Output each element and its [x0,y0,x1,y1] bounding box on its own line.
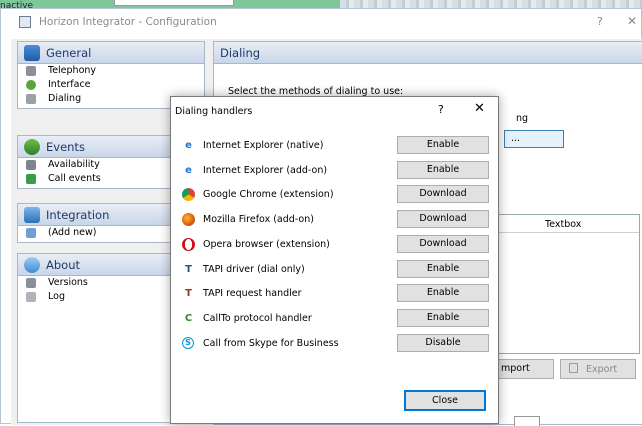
configure-button[interactable]: ... [504,130,564,148]
sidebar-item-label: Availability [48,159,100,170]
sidebar-item-telephony[interactable]: Telephony [18,64,204,78]
general-icon [24,45,40,61]
import-button[interactable]: mport [494,359,554,379]
section-title: About [46,258,81,272]
handler-action-button[interactable]: Enable [397,136,489,154]
availability-icon [26,160,36,170]
export-icon [569,363,578,373]
handler-action-button[interactable]: Disable [397,334,489,352]
callto-icon: C [184,313,193,324]
sidebar-item-interface[interactable]: Interface [18,78,204,92]
export-button[interactable]: Export [560,359,636,379]
section-header-general[interactable]: General [18,42,204,64]
title-bar[interactable]: Horizon Integrator - Configuration ? ✕ [1,9,641,37]
partial-label: ng [516,113,529,124]
handler-action-button[interactable]: Enable [397,309,489,327]
export-label: Export [586,364,618,375]
close-dialog-button[interactable]: Close [404,390,486,411]
handler-label: Call from Skype for Business [203,338,339,349]
handler-action-button[interactable]: Download [397,210,489,228]
window-title: Horizon Integrator - Configuration [39,16,217,28]
sidebar-item-label: Log [48,291,65,302]
handler-label: Internet Explorer (add-on) [203,165,328,176]
handler-label: TAPI request handler [203,288,302,299]
opera-icon [182,238,195,251]
handler-row: Opera browser (extension) Download [171,234,498,254]
handler-action-button[interactable]: Download [397,185,489,203]
versions-icon [26,278,36,288]
section-title: Events [46,140,85,154]
help-button[interactable]: ? [597,15,603,28]
handler-action-button[interactable]: Enable [397,161,489,179]
firefox-icon [182,213,195,226]
panel-title: Dialing [220,46,261,60]
integration-icon [24,207,40,223]
internet-explorer-icon: e [185,140,192,151]
dialog-help-button[interactable]: ? [438,103,444,116]
handler-label: CallTo protocol handler [203,313,312,324]
section-title: General [46,46,92,60]
partial-field[interactable] [514,416,540,426]
about-icon [24,257,40,273]
handler-label: Internet Explorer (native) [203,140,324,151]
handler-row: e Internet Explorer (native) Enable [171,135,498,155]
dialing-handlers-dialog: Dialing handlers ? ✕ e Internet Explorer… [170,96,499,424]
add-new-icon [26,228,36,238]
handler-row: C CallTo protocol handler Enable [171,308,498,328]
dialog-close-button[interactable]: ✕ [474,101,485,116]
log-icon [26,292,36,302]
handler-label: Google Chrome (extension) [203,189,334,200]
table-header: Textbox [495,215,639,233]
handler-row: S Call from Skype for Business Disable [171,333,498,353]
sidebar-item-label: (Add new) [48,227,97,238]
import-label: mport [501,363,530,374]
internet-explorer-icon: e [185,165,192,176]
handler-row: Mozilla Firefox (add-on) Download [171,209,498,229]
tapi-icon: T [185,264,192,275]
handler-row: T TAPI request handler Enable [171,283,498,303]
telephony-icon [26,66,36,76]
sidebar-item-label: Call events [48,173,101,184]
handler-row: Google Chrome (extension) Download [171,184,498,204]
interface-icon [26,80,36,90]
events-icon [24,139,40,155]
handler-label: Mozilla Firefox (add-on) [203,214,314,225]
sidebar-item-label: Interface [48,79,91,90]
sidebar-item-label: Dialing [48,93,82,104]
close-button[interactable]: ✕ [627,14,637,28]
sidebar-item-label: Versions [48,277,88,288]
handler-row: T TAPI driver (dial only) Enable [171,259,498,279]
configure-button-label: ... [511,133,521,144]
handler-row: e Internet Explorer (add-on) Enable [171,160,498,180]
dialog-title: Dialing handlers [175,106,253,117]
background-window-edge [114,0,234,6]
skype-icon: S [182,337,194,349]
section-title: Integration [46,208,110,222]
column-header-textbox: Textbox [545,219,582,230]
call-events-icon [26,174,36,184]
dialing-icon [26,94,36,104]
sidebar-item-label: Telephony [48,65,97,76]
handler-label: Opera browser (extension) [203,239,330,250]
app-icon [19,16,31,28]
handler-action-button[interactable]: Enable [397,260,489,278]
handler-label: TAPI driver (dial only) [203,264,305,275]
chrome-icon [182,188,195,201]
handler-action-button[interactable]: Download [397,235,489,253]
handler-action-button[interactable]: Enable [397,284,489,302]
panel-header: Dialing [214,42,642,64]
integration-table[interactable]: Textbox [494,214,640,354]
tapi-icon: T [185,288,192,299]
